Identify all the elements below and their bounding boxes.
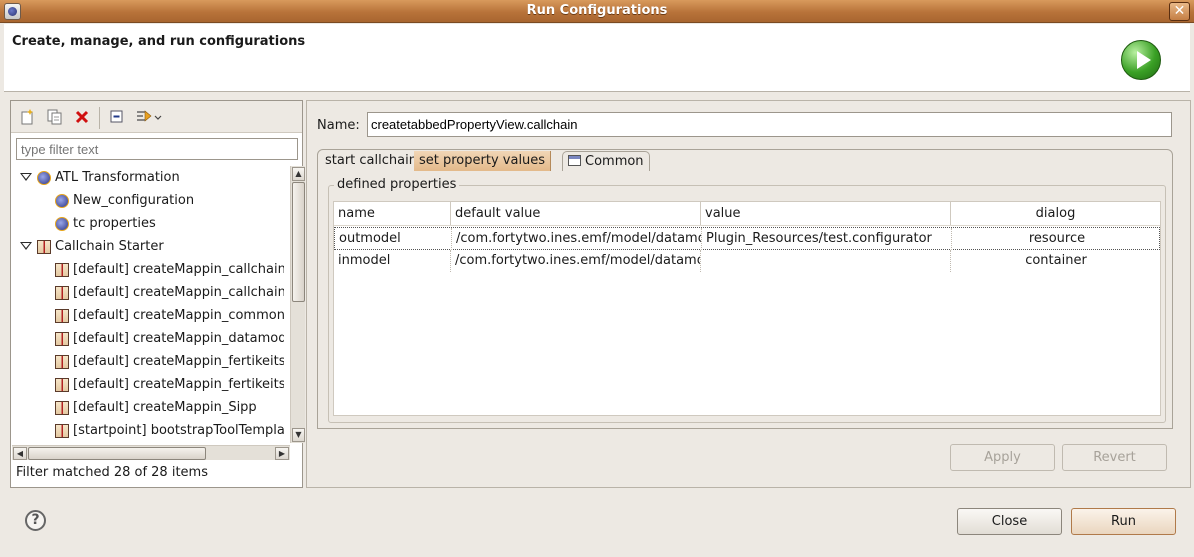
apply-button[interactable]: Apply [950,444,1055,471]
common-tab-icon [568,155,581,166]
left-toolbar [11,101,302,133]
cell-default-value: /com.fortytwo.ines.emf/model/datamo [451,250,701,272]
callchain-starter-icon [37,240,51,254]
run-large-icon [1121,40,1161,80]
cell-dialog[interactable]: container [951,250,1161,272]
scroll-left-icon[interactable]: ◀ [13,447,27,460]
tree-item-label: [default] createMappin_fertikeits [73,377,284,392]
header-divider [334,225,1160,226]
tree-item-label: [default] createMappin_callchain [73,285,284,300]
filter-status: Filter matched 28 of 28 items [16,465,208,480]
configuration-list-pane: ATL Transformation New_configuration tc … [10,100,305,488]
tree-item-label: New_configuration [73,193,195,208]
group-label: defined properties [334,177,460,192]
tab-start-callchain[interactable]: start callchain [320,151,422,171]
scroll-thumb[interactable] [292,182,305,302]
defined-properties-group: defined properties name default value va… [328,177,1166,423]
toolbar-separator [99,107,100,129]
configuration-tree: ATL Transformation New_configuration tc … [12,166,284,441]
scroll-down-icon[interactable]: ▼ [292,428,305,442]
cell-name: inmodel [334,250,451,272]
callchain-config-icon [55,378,69,392]
atl-config-icon [55,194,69,208]
window-title: Run Configurations [526,3,668,18]
header-banner: Create, manage, and run configurations [4,24,1190,92]
banner-heading: Create, manage, and run configurations [12,34,306,49]
table-row[interactable]: outmodel /com.fortytwo.ines.emf/model/da… [334,227,1160,250]
atl-transformation-icon [37,171,51,185]
run-button[interactable]: Run [1071,508,1176,535]
callchain-config-icon [55,309,69,323]
column-header-default-value[interactable]: default value [451,202,701,225]
name-label: Name: [317,118,360,133]
tab-common[interactable]: Common [562,151,650,171]
tree-item-label: tc properties [73,216,156,231]
atl-config-icon [55,217,69,231]
properties-table: name default value value dialog outmodel… [333,201,1161,416]
revert-button[interactable]: Revert [1062,444,1167,471]
callchain-config-icon [55,286,69,300]
filter-icon[interactable] [135,108,163,126]
callchain-config-icon [55,263,69,277]
delete-icon[interactable] [73,108,91,126]
tree-vertical-scrollbar[interactable]: ▲ ▼ [290,166,305,443]
tree-item-label: Callchain Starter [55,239,164,254]
configuration-editor-pane: Name: start callchain set property value… [306,100,1191,488]
cell-name: outmodel [335,228,452,250]
table-row[interactable]: inmodel /com.fortytwo.ines.emf/model/dat… [334,250,1160,273]
tree-item-label: [default] createMappin_Sipp [73,400,257,415]
name-input[interactable] [367,112,1172,137]
callchain-config-icon [55,355,69,369]
expanded-triangle-icon[interactable] [20,173,32,181]
tab-common-label: Common [585,154,644,169]
expanded-triangle-icon[interactable] [20,242,32,250]
duplicate-icon[interactable] [46,108,64,126]
cell-value[interactable]: Plugin_Resources/test.configurator [702,228,952,250]
collapse-all-icon[interactable] [108,108,126,126]
window-close-button[interactable]: ✕ [1169,2,1190,21]
tree-item-label: ATL Transformation [55,170,180,185]
filter-input[interactable] [16,138,298,160]
tree-horizontal-scrollbar[interactable]: ◀ ▶ [12,445,290,460]
callchain-config-icon [55,424,69,438]
tree-item-label: [default] createMappin_callchain [73,262,284,277]
tab-set-property-values[interactable]: set property values [414,151,552,171]
scroll-thumb[interactable] [28,447,206,460]
tree-item-label: [default] createMappin_common [73,308,284,323]
callchain-config-icon [55,332,69,346]
config-tab-folder: start callchain set property values Comm… [317,149,1173,429]
column-header-name[interactable]: name [334,202,451,225]
scroll-up-icon[interactable]: ▲ [292,167,305,181]
callchain-config-icon [55,401,69,415]
cell-value[interactable] [701,250,951,272]
help-icon[interactable]: ? [25,510,46,531]
scroll-right-icon[interactable]: ▶ [275,447,289,460]
title-bar: Run Configurations ✕ [0,0,1194,23]
new-config-icon[interactable] [19,108,37,126]
tree-item-label: [default] createMappin_fertikeits [73,354,284,369]
column-header-dialog[interactable]: dialog [951,202,1161,225]
tree-item-label: [default] createMappin_datamod [73,331,284,346]
close-button[interactable]: Close [957,508,1062,535]
tree-item-label: [startpoint] bootstrapToolTempla [73,423,284,438]
cell-dialog[interactable]: resource [952,228,1162,250]
column-header-value[interactable]: value [701,202,951,225]
cell-default-value: /com.fortytwo.ines.emf/model/datamo [452,228,702,250]
